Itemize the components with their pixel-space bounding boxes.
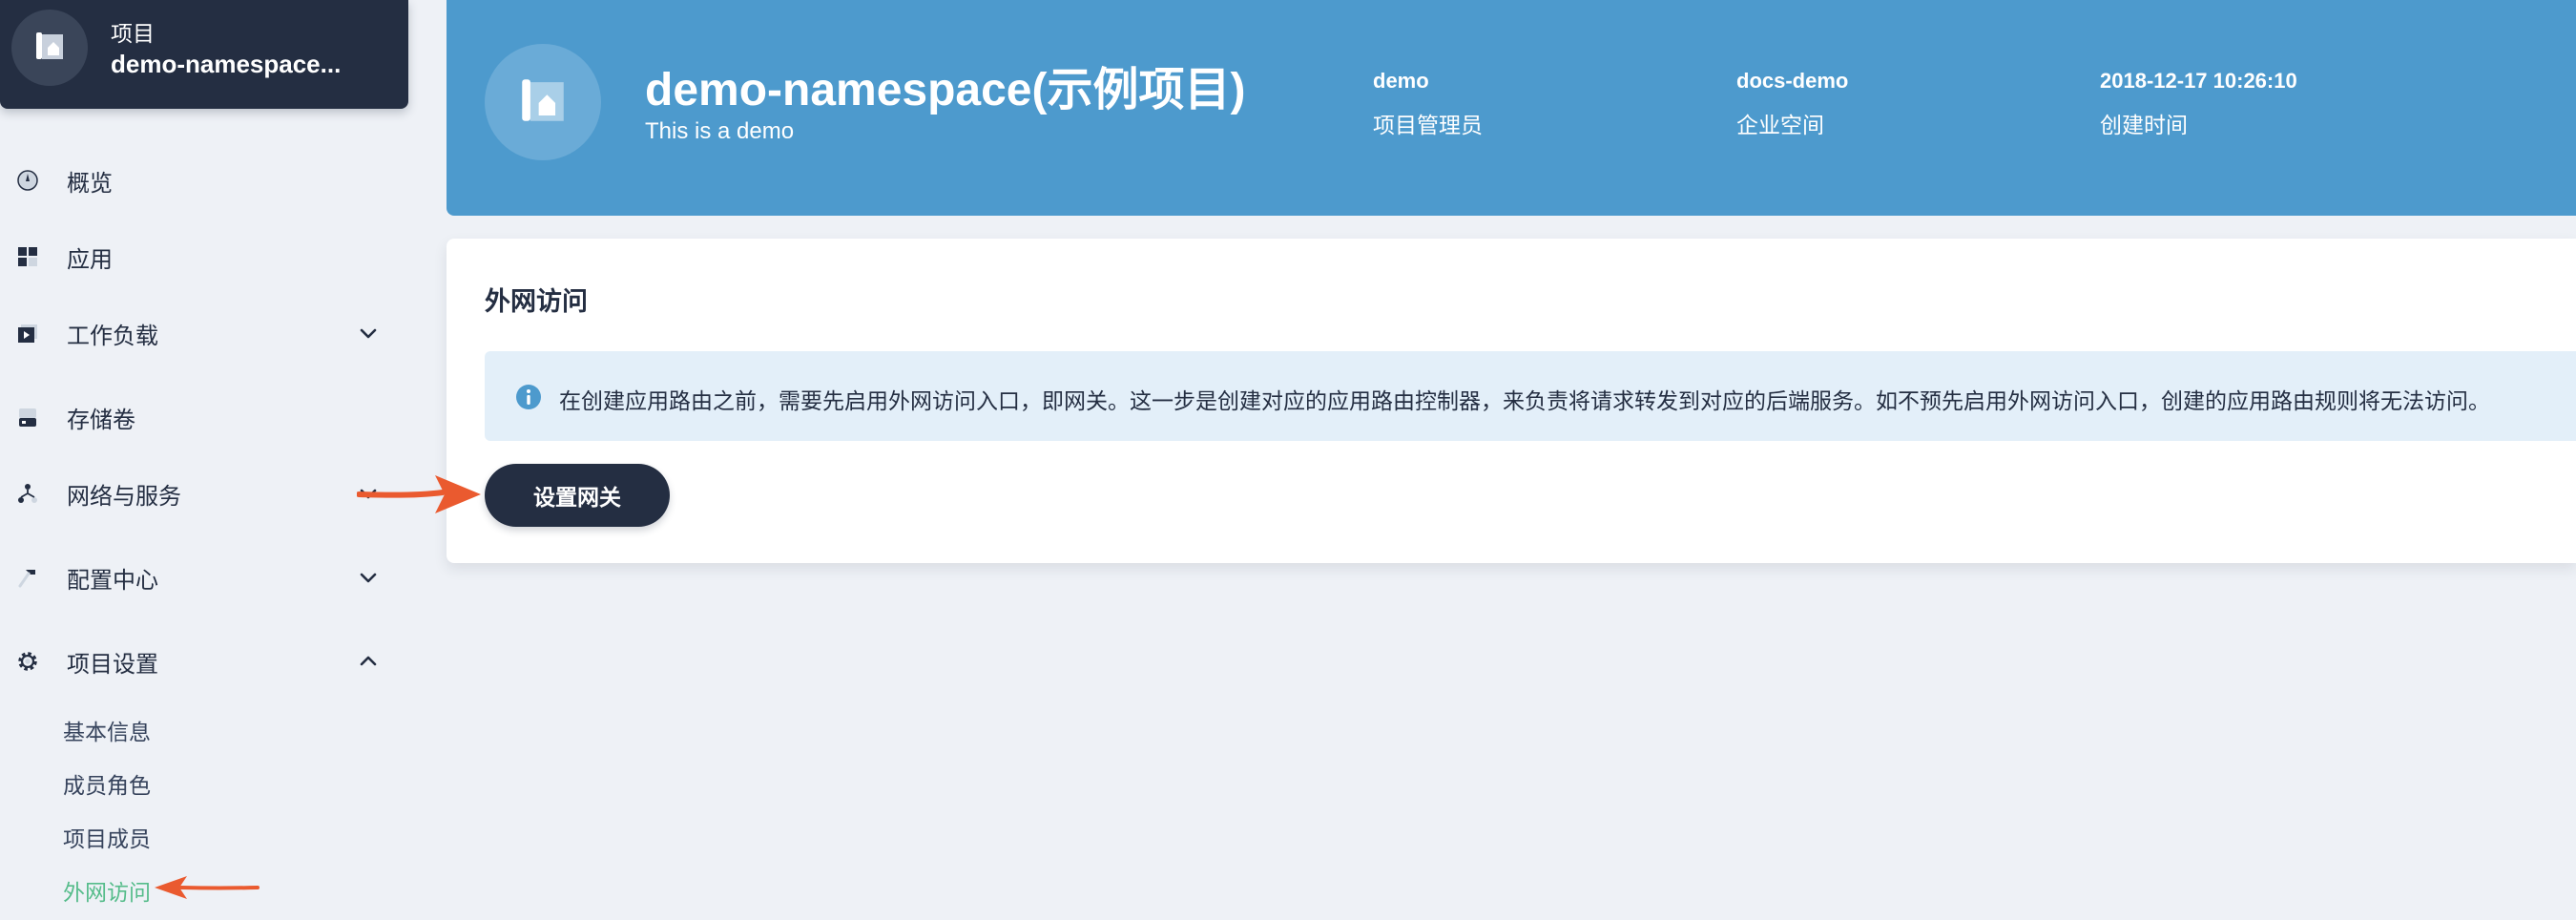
chevron-down-icon[interactable] xyxy=(357,566,380,589)
info-icon xyxy=(515,384,542,410)
meta-label: 创建时间 xyxy=(2100,113,2188,137)
sidebar-item-label: 项目设置 xyxy=(67,651,158,678)
project-icon xyxy=(31,27,69,70)
sidebar-item-storage[interactable]: 存储卷 xyxy=(0,390,401,444)
project-icon xyxy=(515,73,571,133)
meta-workspace: docs-demo 企业空间 xyxy=(1736,69,1848,139)
banner-title: demo-namespace(示例项目) xyxy=(645,65,1246,115)
sidebar-item-label: 存储卷 xyxy=(67,407,135,433)
project-card[interactable]: 项目 demo-namespace... xyxy=(0,0,408,109)
project-avatar xyxy=(11,10,88,86)
sidebar-item-overview[interactable]: 概览 xyxy=(0,154,401,207)
sidebar-item-project-settings[interactable]: 项目设置 xyxy=(0,635,401,688)
workload-icon xyxy=(15,321,40,345)
project-banner: demo-namespace(示例项目) This is a demo demo… xyxy=(447,0,2576,216)
chevron-up-icon[interactable] xyxy=(357,650,380,673)
meta-value: demo xyxy=(1373,69,1429,93)
storage-icon xyxy=(15,405,40,429)
notice-text: 在创建应用路由之前，需要先启用外网访问入口，即网关。这一步是创建对应的应用路由控… xyxy=(559,388,2490,413)
meta-created: 2018-12-17 10:26:10 创建时间 xyxy=(2100,69,2297,139)
project-name: demo-namespace... xyxy=(111,50,342,78)
meta-admin: demo 项目管理员 xyxy=(1373,69,1483,139)
meta-value: docs-demo xyxy=(1736,69,1849,93)
gear-icon xyxy=(15,649,40,674)
chevron-down-icon[interactable] xyxy=(357,322,380,345)
sidebar-item-label: 应用 xyxy=(67,246,113,273)
meta-value: 2018-12-17 10:26:10 xyxy=(2100,69,2297,93)
project-logo xyxy=(485,44,601,160)
project-caption: 项目 xyxy=(111,21,155,46)
sidebar-item-workloads[interactable]: 工作负载 xyxy=(0,306,401,360)
sidebar-item-network[interactable]: 网络与服务 xyxy=(0,467,401,520)
chevron-down-icon[interactable] xyxy=(357,482,380,505)
sidebar-item-label: 工作负载 xyxy=(67,323,158,349)
sidebar-subitem-internet-access[interactable]: 外网访问 xyxy=(63,874,151,907)
network-icon xyxy=(15,481,40,506)
sidebar-item-config[interactable]: 配置中心 xyxy=(0,551,401,604)
sidebar-subitem-member-roles[interactable]: 成员角色 xyxy=(63,767,151,800)
dashboard-icon xyxy=(15,168,40,193)
sidebar-item-label: 配置中心 xyxy=(67,567,158,594)
hammer-icon xyxy=(15,565,40,590)
sidebar-subitem-basic-info[interactable]: 基本信息 xyxy=(63,714,151,746)
meta-label: 企业空间 xyxy=(1736,113,1824,137)
internet-access-card: 外网访问 在创建应用路由之前，需要先启用外网访问入口，即网关。这一步是创建对应的… xyxy=(447,239,2576,563)
banner-description: This is a demo xyxy=(645,118,795,144)
apps-icon xyxy=(15,244,40,269)
info-notice: 在创建应用路由之前，需要先启用外网访问入口，即网关。这一步是创建对应的应用路由控… xyxy=(485,351,2576,441)
sidebar-subitem-project-members[interactable]: 项目成员 xyxy=(63,821,151,853)
sidebar-item-apps[interactable]: 应用 xyxy=(0,230,401,283)
set-gateway-button[interactable]: 设置网关 xyxy=(485,464,670,527)
sidebar-item-label: 网络与服务 xyxy=(67,483,181,510)
card-title: 外网访问 xyxy=(485,287,588,316)
meta-label: 项目管理员 xyxy=(1373,113,1483,137)
annotation-arrow xyxy=(155,876,260,899)
sidebar-item-label: 概览 xyxy=(67,170,113,197)
